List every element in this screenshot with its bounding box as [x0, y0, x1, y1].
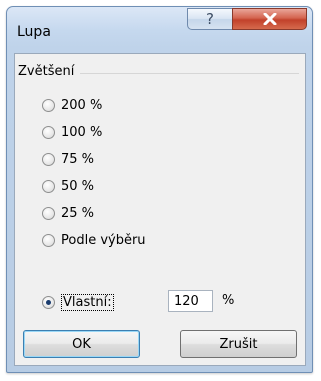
radio-100[interactable]: [42, 125, 55, 139]
option-custom[interactable]: Vlastní:: [42, 293, 114, 311]
close-button[interactable]: [232, 8, 307, 30]
custom-zoom-input[interactable]: [168, 290, 213, 312]
percent-unit: %: [222, 293, 235, 308]
radio-fit-selection[interactable]: [42, 233, 55, 247]
option-25[interactable]: 25 %: [42, 204, 94, 222]
option-fit-selection-label: Podle výběru: [61, 232, 146, 248]
option-25-label: 25 %: [61, 205, 95, 221]
option-200[interactable]: 200 %: [42, 96, 102, 114]
cancel-button[interactable]: Zrušit: [180, 330, 297, 358]
option-75-label: 75 %: [61, 151, 95, 167]
close-icon: [263, 13, 276, 25]
help-button[interactable]: ?: [187, 8, 233, 30]
radio-custom[interactable]: [42, 295, 55, 309]
ok-button[interactable]: OK: [23, 330, 140, 358]
radio-50[interactable]: [42, 179, 55, 193]
option-100-label: 100 %: [61, 124, 103, 140]
option-fit-selection[interactable]: Podle výběru: [42, 231, 146, 249]
help-icon: ?: [206, 10, 214, 28]
option-100[interactable]: 100 %: [42, 123, 102, 141]
radio-200[interactable]: [42, 98, 55, 112]
zoom-dialog: Lupa ? Zvětšení 200 % 100 % 75 % 50 % 25…: [6, 6, 313, 373]
radio-75[interactable]: [42, 152, 55, 166]
option-50-label: 50 %: [61, 178, 95, 194]
dialog-title: Lupa: [17, 24, 51, 40]
option-75[interactable]: 75 %: [42, 150, 94, 168]
radio-25[interactable]: [42, 206, 55, 220]
option-200-label: 200 %: [61, 97, 103, 113]
option-custom-label: Vlastní:: [61, 293, 114, 311]
option-50[interactable]: 50 %: [42, 177, 94, 195]
dialog-body: Zvětšení 200 % 100 % 75 % 50 % 25 % Podl…: [14, 53, 306, 366]
zoom-group-label: Zvětšení: [18, 64, 81, 79]
